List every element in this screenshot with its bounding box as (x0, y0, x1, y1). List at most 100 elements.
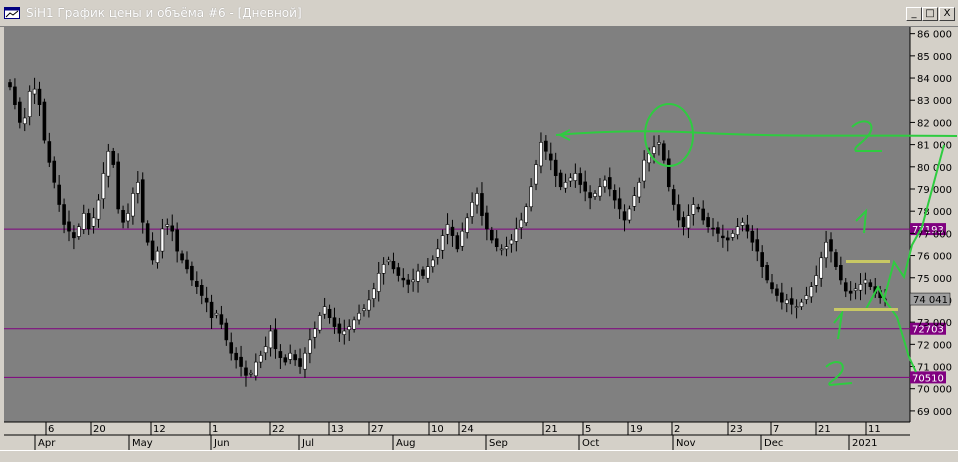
candle-body (62, 204, 66, 225)
month-label: Jun (213, 438, 230, 449)
candle-body (460, 230, 465, 247)
maximize-button[interactable]: □ (922, 7, 938, 21)
candle-body (57, 184, 61, 205)
candle-body (254, 361, 258, 377)
candle-body (308, 339, 312, 354)
candle-body (529, 186, 533, 208)
candle-body (273, 329, 278, 350)
candle-body (283, 357, 288, 363)
candle-body (627, 208, 632, 221)
price-chart[interactable]: 771937270370510 86 00085 00084 00083 000… (4, 27, 957, 459)
chart-window-icon (4, 7, 20, 19)
last-price-marker: 74 041 (909, 292, 951, 306)
candle-body (67, 221, 71, 232)
candle-body (612, 190, 617, 201)
candle-body (583, 181, 587, 192)
month-label: Apr (38, 438, 56, 449)
candle-body (657, 142, 661, 145)
day-label: 2 (674, 424, 680, 435)
candle-body (131, 193, 135, 217)
candle-body (548, 153, 553, 161)
candle-body (652, 146, 656, 154)
candle-body (42, 101, 47, 141)
candle-body (480, 193, 484, 216)
candle-body (853, 288, 858, 291)
candle-body (558, 172, 563, 188)
candle-body (593, 193, 597, 197)
candle-body (637, 182, 642, 198)
candle-body (662, 143, 666, 161)
candle-body (544, 140, 548, 152)
candle-body (607, 177, 612, 190)
consolidation-bottom-line[interactable] (834, 308, 898, 311)
candle-body (8, 82, 12, 88)
candle-body (317, 315, 322, 331)
candle-body (568, 177, 573, 182)
month-label: Nov (676, 438, 696, 449)
candle-body (116, 161, 120, 210)
candle-body (445, 224, 450, 235)
candle-body (303, 352, 307, 370)
candle-body (391, 261, 396, 270)
price-tick-label: 76 000 (917, 252, 952, 263)
candle-body (721, 235, 725, 239)
candle-body (106, 150, 111, 177)
candle-body (347, 326, 352, 330)
candle-body (190, 265, 194, 281)
close-button[interactable]: X (939, 7, 955, 21)
candle-body (868, 282, 873, 287)
candle-body (126, 213, 130, 222)
candle-body (617, 198, 622, 210)
day-label: 22 (272, 424, 285, 435)
window-titlebar: SiH1 График цены и объёма #6 - [Дневной]… (0, 0, 958, 27)
day-label: 21 (818, 424, 831, 435)
candle-body (784, 299, 789, 304)
plot-area[interactable] (4, 27, 910, 422)
consolidation-top-line[interactable] (846, 260, 890, 263)
price-tick-label: 85 000 (917, 52, 952, 63)
candle-body (111, 150, 116, 165)
candle-body (18, 101, 22, 123)
price-tick-label: 69 000 (917, 407, 952, 418)
price-tick-label: 78 000 (917, 207, 952, 218)
candle-body (440, 235, 445, 251)
candle-body (848, 290, 853, 294)
candle-body (588, 192, 592, 199)
minimize-button[interactable]: _ (906, 7, 922, 21)
candle-body (858, 284, 863, 291)
candle-body (32, 88, 37, 95)
candle-body (313, 328, 317, 338)
candle-body (691, 204, 696, 215)
candle-body (716, 227, 720, 234)
candle-body (839, 265, 843, 281)
price-tick-label: 83 000 (917, 96, 952, 107)
candle-body (696, 206, 701, 210)
candle-body (411, 279, 415, 283)
day-label: 11 (868, 424, 881, 435)
candle-body (499, 248, 504, 251)
candle-body (91, 217, 96, 227)
candle-body (632, 195, 637, 207)
candle-body (514, 228, 519, 242)
month-label: May (132, 438, 153, 449)
candle-body (770, 282, 774, 290)
candle-body (381, 264, 386, 274)
candle-body (27, 91, 32, 117)
candle-body (199, 285, 204, 296)
candle-body (755, 239, 760, 252)
price-tick-label: 84 000 (917, 74, 952, 85)
month-label: Sep (489, 438, 508, 449)
candle-body (170, 225, 175, 232)
status-bar (0, 450, 958, 462)
candle-body (165, 224, 170, 227)
candle-body (352, 319, 356, 330)
candle-body (534, 164, 538, 185)
candle-body (450, 226, 455, 236)
candle-body (249, 372, 253, 375)
candle-body (96, 199, 101, 220)
candle-body (745, 224, 750, 232)
candle-body (794, 306, 799, 308)
candle-body (539, 142, 543, 167)
candle-body (760, 252, 764, 267)
price-chart-panel[interactable]: 77193 72703 70510 86 000 85 000 84 000 83 000… (4, 27, 957, 459)
